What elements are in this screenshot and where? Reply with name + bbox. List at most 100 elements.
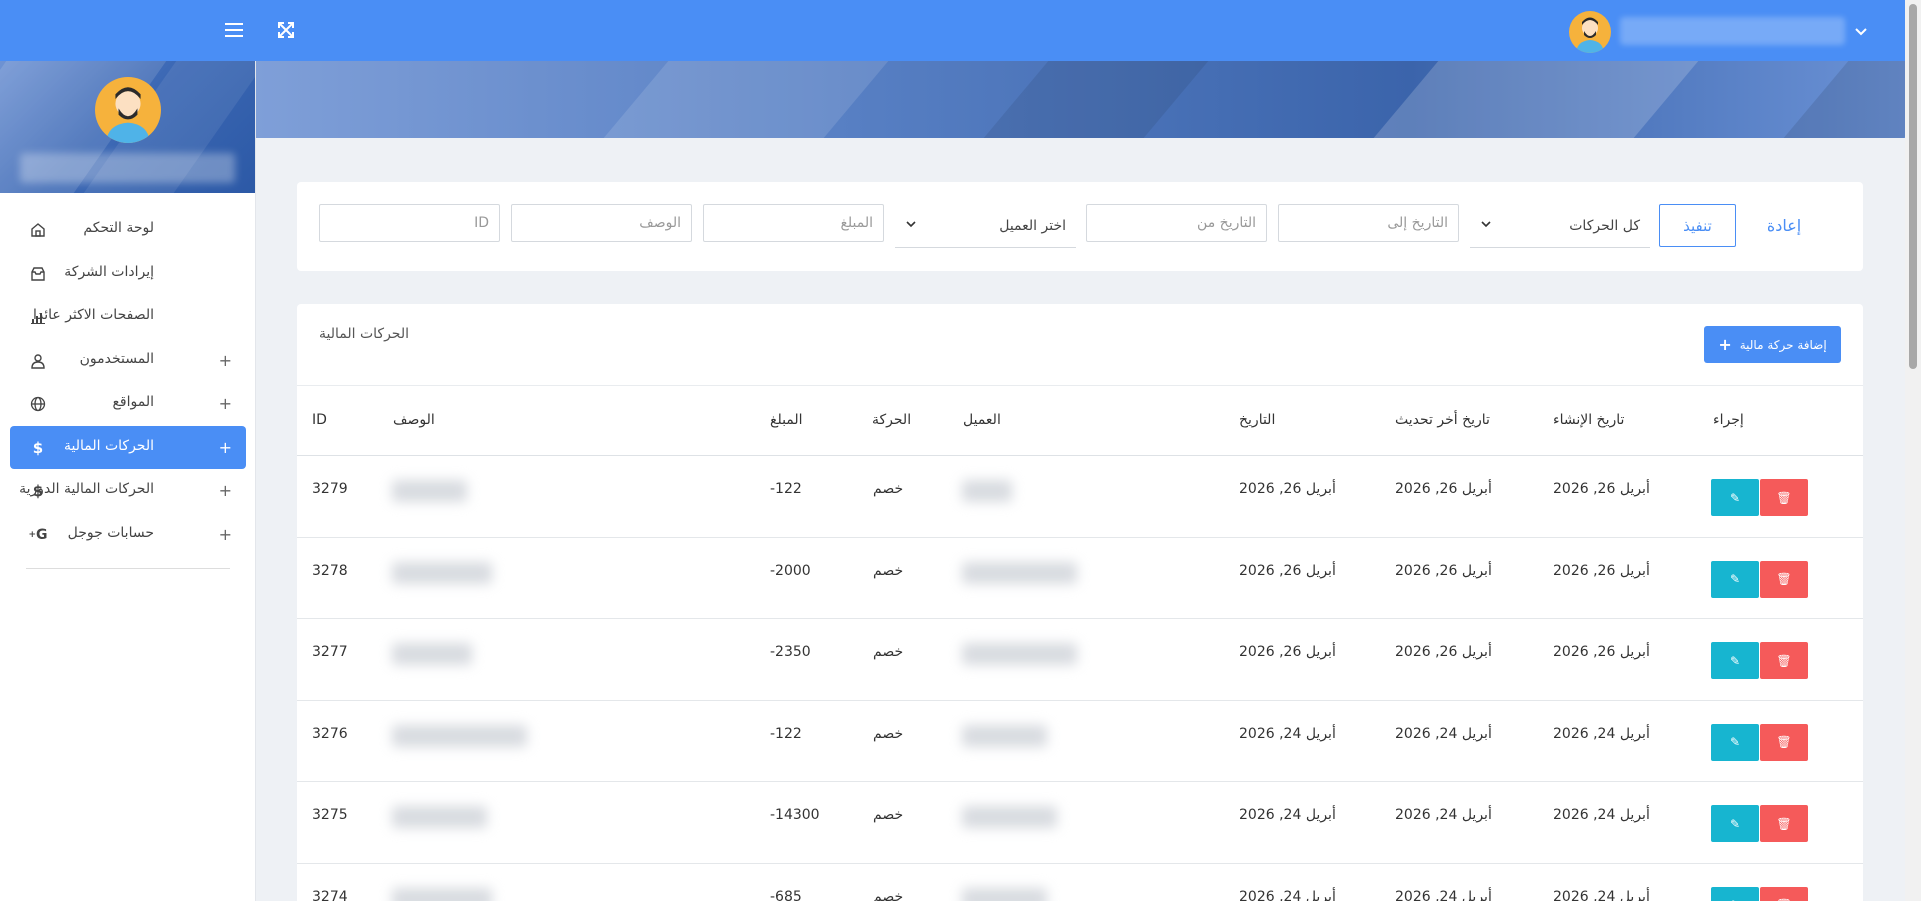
description-filter-input[interactable] [511, 204, 692, 242]
add-transaction-button[interactable]: إضافة حركة مالية + [1704, 326, 1841, 363]
page-banner [256, 61, 1905, 138]
sidebar-item-google-accounts[interactable]: G + حسابات جوجل + [10, 513, 246, 557]
sidebar-item-top-pages[interactable]: الصفحات الاكثر عائدا [10, 295, 246, 339]
column-header-updated[interactable]: تاريخ أخر تحديث [1395, 412, 1490, 428]
sidebar-item-label: المستخدمون [79, 350, 154, 367]
transaction-type-value: كل الحركات [1569, 217, 1640, 234]
cell-amount: -122 [770, 725, 802, 742]
sidebar-item-company-revenue[interactable]: إيرادات الشركة [10, 252, 246, 296]
column-header-amount[interactable]: المبلغ [770, 412, 803, 428]
delete-button[interactable]: 🗑 [1760, 886, 1808, 901]
cell-description-redacted [392, 480, 467, 502]
trash-icon: 🗑 [1776, 653, 1792, 668]
edit-button[interactable]: ✎ [1711, 479, 1759, 516]
delete-button[interactable]: 🗑 [1760, 642, 1808, 679]
table-header: ID الوصف المبلغ الحركة العميل التاريخ تا… [297, 386, 1863, 456]
globe-icon [28, 394, 48, 414]
edit-button[interactable]: ✎ [1711, 642, 1759, 679]
cell-date: أبريل 26, 2026 [1239, 481, 1336, 497]
menu-icon[interactable] [222, 18, 246, 42]
column-header-description[interactable]: الوصف [393, 412, 435, 428]
pencil-icon: ✎ [1729, 572, 1741, 586]
column-header-date[interactable]: التاريخ [1239, 412, 1275, 428]
expand-icon[interactable]: + [219, 525, 232, 544]
cell-date: أبريل 24, 2026 [1239, 725, 1336, 742]
cell-created: أبريل 26, 2026 [1553, 644, 1650, 660]
cell-date: أبريل 26, 2026 [1239, 562, 1336, 579]
fullscreen-icon[interactable] [274, 18, 298, 42]
cell-client-redacted [962, 480, 1012, 502]
cell-updated: أبريل 26, 2026 [1395, 481, 1492, 497]
edit-button[interactable]: ✎ [1711, 805, 1759, 842]
cell-amount: -2350 [770, 644, 811, 660]
cell-id: 3279 [312, 481, 348, 497]
expand-icon[interactable]: + [219, 481, 232, 500]
delete-button[interactable]: 🗑 [1760, 560, 1808, 598]
cell-amount: -122 [770, 481, 802, 497]
scrollbar-thumb[interactable] [1909, 4, 1917, 369]
table-row: 3277 -2350 خصم أبريل 26, 2026 أبريل 26, … [297, 619, 1863, 701]
column-header-id[interactable]: ID [312, 412, 327, 428]
date-from-input[interactable] [1086, 204, 1267, 242]
sidebar-item-recurring-transactions[interactable]: $ الحركات المالية الدورية + [10, 469, 246, 513]
cell-created: أبريل 24, 2026 [1553, 888, 1650, 901]
cell-client-redacted [962, 887, 1047, 901]
plus-icon: + [1718, 335, 1732, 354]
table-row: 3274 -685 خصم أبريل 24, 2026 أبريل 24, 2… [297, 864, 1863, 901]
cell-description-redacted [392, 724, 527, 747]
cell-type: خصم [873, 725, 904, 742]
column-header-client[interactable]: العميل [963, 412, 1001, 428]
cell-updated: أبريل 24, 2026 [1395, 725, 1492, 742]
table-row: 3275 -14300 خصم أبريل 24, 2026 أبريل 24,… [297, 782, 1863, 864]
cell-id: 3277 [312, 644, 348, 660]
cell-created: أبريل 26, 2026 [1553, 481, 1650, 497]
sidebar-item-label: لوحة التحكم [83, 220, 154, 236]
sidebar-item-sites[interactable]: المواقع + [10, 382, 246, 426]
user-avatar[interactable] [1569, 11, 1611, 53]
sidebar-user-name-redacted [20, 153, 235, 183]
client-select[interactable]: اختر العميل [895, 204, 1076, 248]
transaction-type-select[interactable]: كل الحركات [1470, 204, 1650, 248]
id-filter-input[interactable] [319, 204, 500, 242]
page-scrollbar[interactable] [1905, 0, 1921, 901]
column-header-type[interactable]: الحركة [872, 412, 911, 428]
pencil-icon: ✎ [1729, 490, 1741, 505]
user-icon [28, 351, 48, 371]
cell-description-redacted [392, 887, 492, 901]
add-button-label: إضافة حركة مالية [1739, 337, 1827, 352]
edit-button[interactable]: ✎ [1711, 886, 1759, 901]
reset-button[interactable]: إعادة [1754, 204, 1814, 247]
trash-icon: 🗑 [1776, 572, 1792, 586]
cell-id: 3278 [312, 562, 348, 579]
sidebar-item-users[interactable]: المستخدمون + [10, 339, 246, 383]
edit-button[interactable]: ✎ [1711, 560, 1759, 598]
column-header-created[interactable]: تاريخ الإنشاء [1553, 412, 1624, 428]
cell-client-redacted [962, 561, 1077, 584]
cell-updated: أبريل 26, 2026 [1395, 562, 1492, 579]
amount-filter-input[interactable] [703, 204, 884, 242]
cell-description-redacted [392, 643, 472, 665]
edit-button[interactable]: ✎ [1711, 723, 1759, 761]
expand-icon[interactable]: + [219, 438, 232, 457]
sidebar-item-label: إيرادات الشركة [64, 263, 154, 280]
user-name-redacted[interactable] [1620, 17, 1845, 45]
date-to-input[interactable] [1278, 204, 1459, 242]
delete-button[interactable]: 🗑 [1760, 723, 1808, 761]
cell-type: خصم [873, 644, 904, 660]
delete-button[interactable]: 🗑 [1760, 479, 1808, 516]
expand-icon[interactable]: + [219, 351, 232, 370]
home-icon [28, 220, 48, 240]
cell-amount: -685 [770, 888, 802, 901]
cell-description-redacted [392, 561, 492, 584]
execute-button[interactable]: تنفيذ [1659, 204, 1736, 247]
filter-card: اختر العميل كل الحركات تنفيذ إعادة [297, 182, 1863, 271]
expand-icon[interactable]: + [219, 394, 232, 413]
chevron-down-icon[interactable] [1852, 22, 1870, 40]
sidebar-divider [26, 568, 230, 569]
table-row: 3278 -2000 خصم أبريل 26, 2026 أبريل 26, … [297, 538, 1863, 619]
delete-button[interactable]: 🗑 [1760, 805, 1808, 842]
cell-type: خصم [873, 481, 904, 497]
sidebar-item-financial-transactions[interactable]: $ الحركات المالية + [10, 425, 246, 469]
card-title: الحركات المالية [319, 326, 409, 342]
sidebar-item-dashboard[interactable]: لوحة التحكم [10, 208, 246, 252]
